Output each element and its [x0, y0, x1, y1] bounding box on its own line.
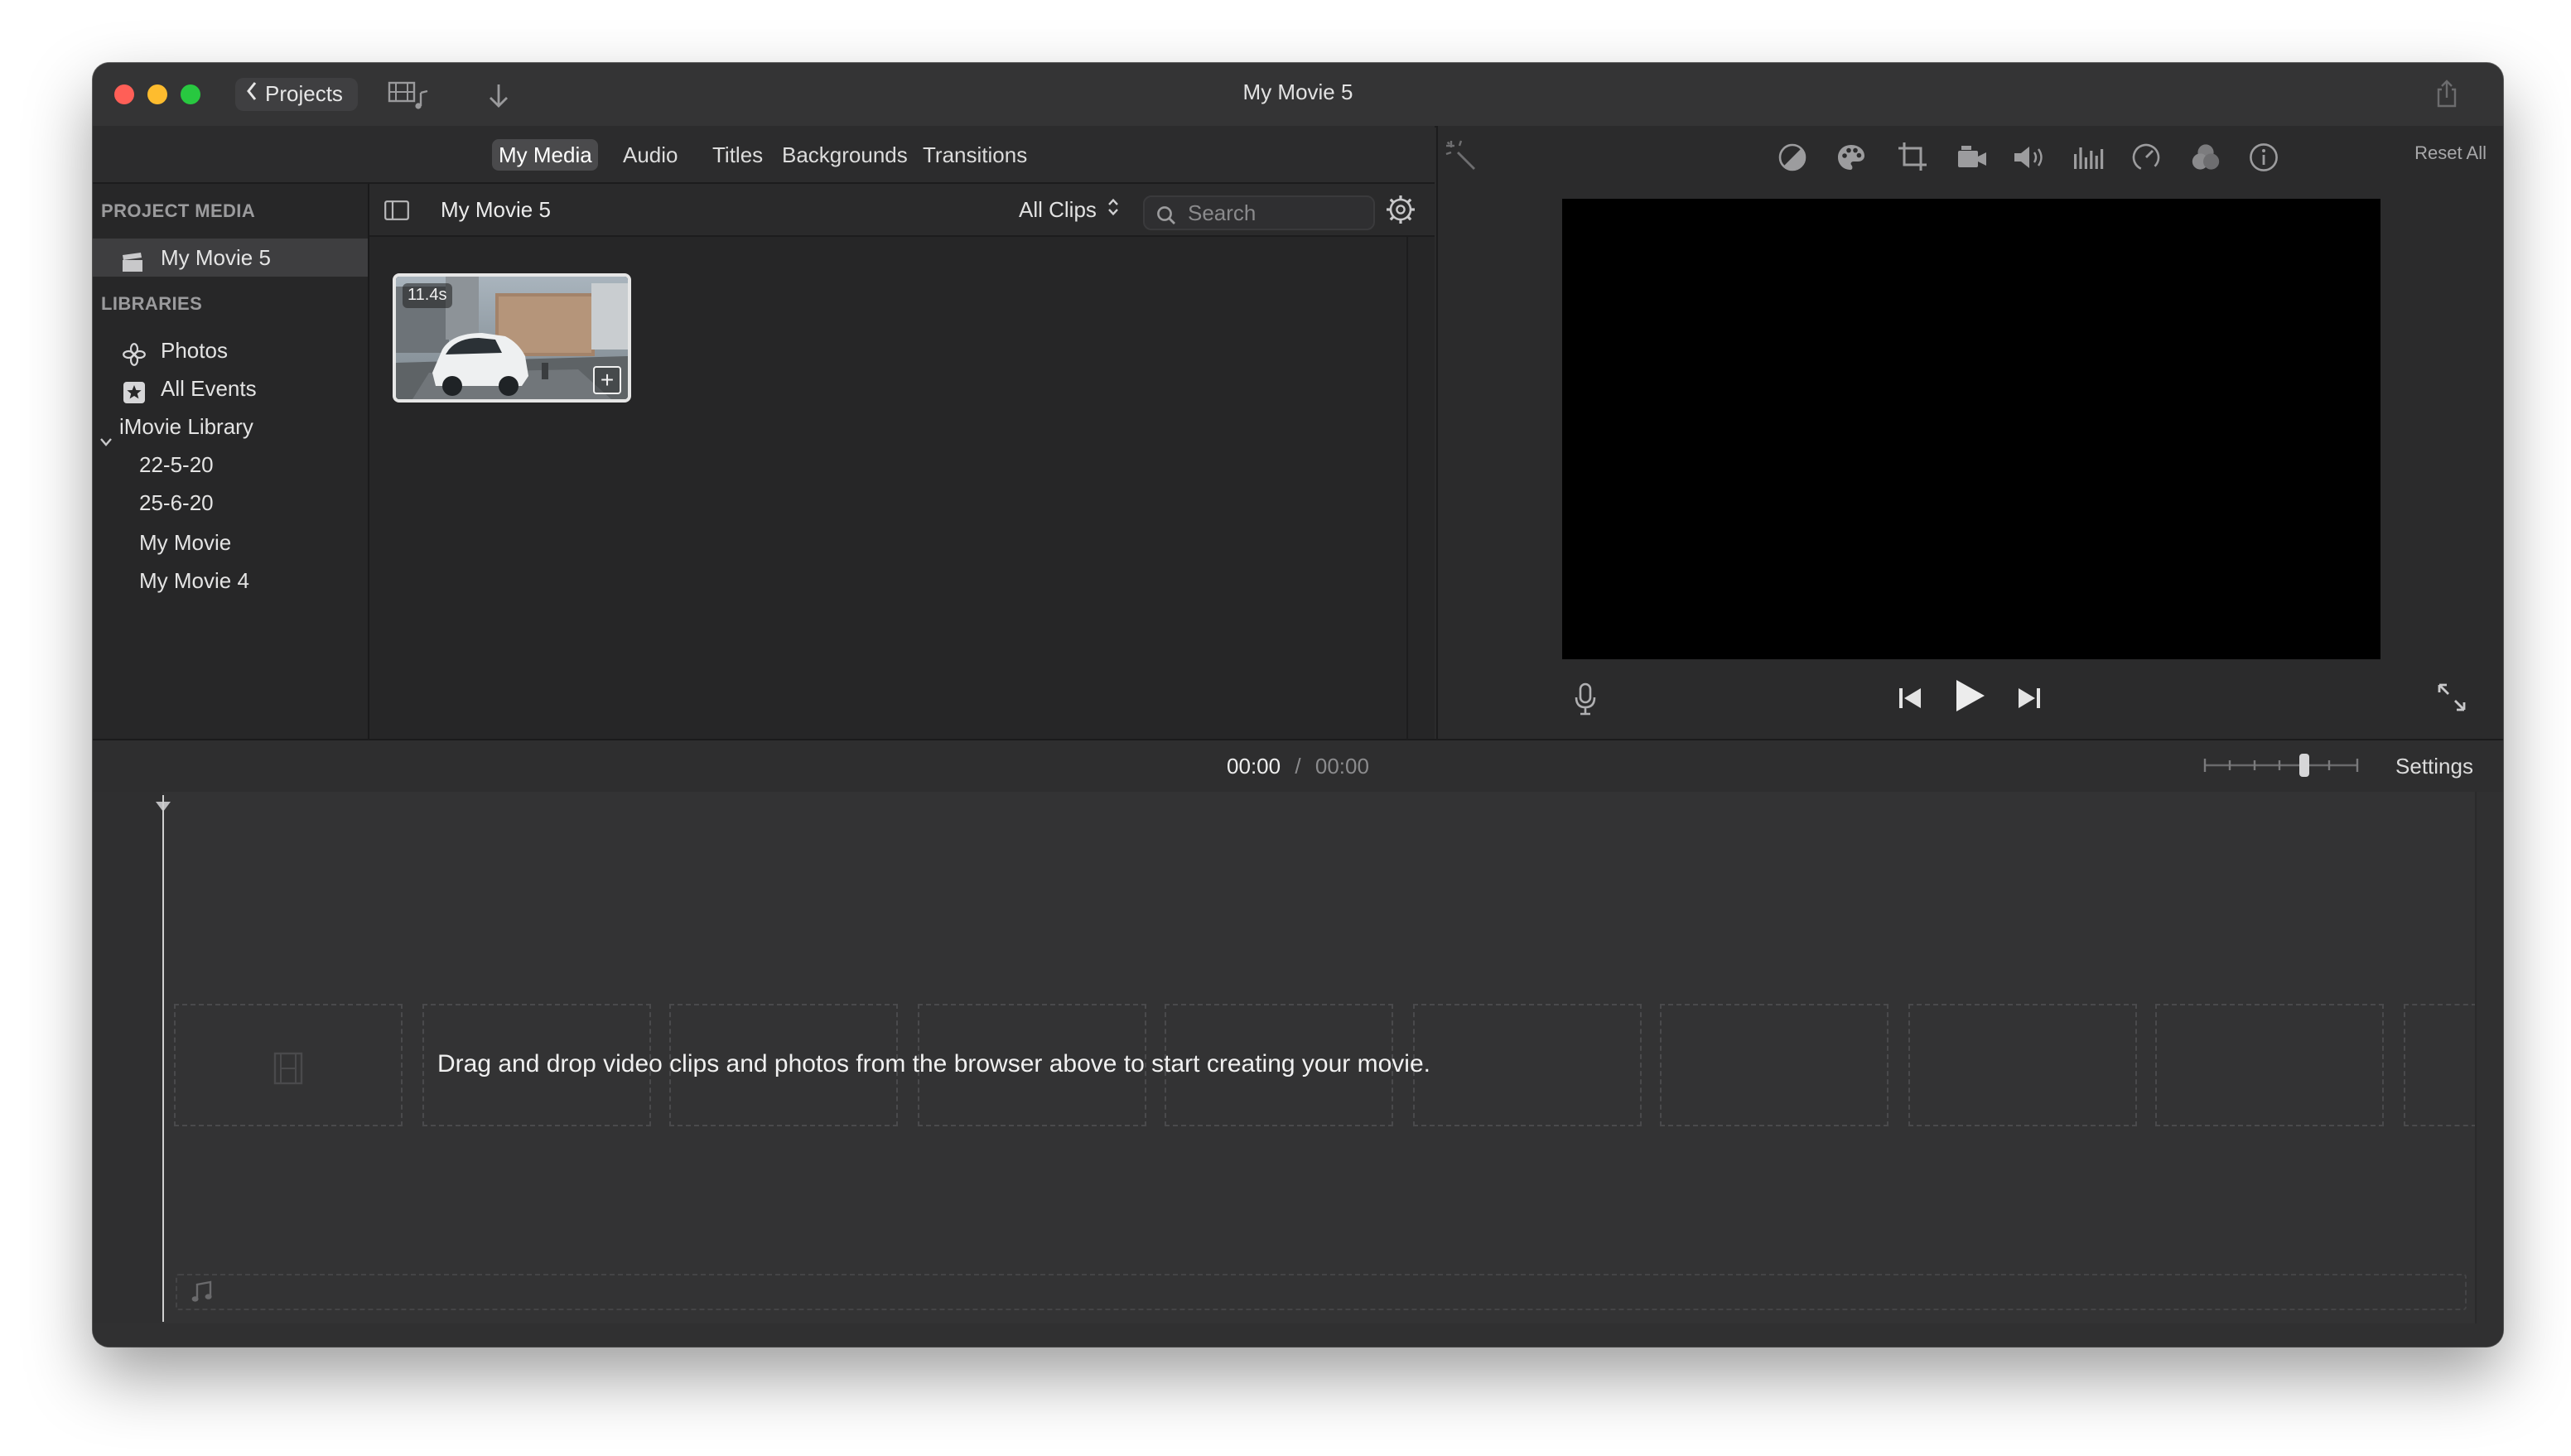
search-placeholder: Search [1188, 200, 1257, 225]
media-browser: 11.4s + [369, 237, 1435, 739]
play-icon[interactable] [1953, 677, 1986, 722]
sidebar-toggle-icon[interactable] [384, 199, 409, 229]
tab-transitions[interactable]: Transitions [916, 139, 1034, 171]
sidebar-item-label: My Movie [139, 530, 232, 555]
timecode-display: 00:00 / 00:00 [93, 740, 2503, 792]
sidebar-item-label: iMovie Library [119, 414, 253, 439]
clips-filter-value: All Clips [1019, 197, 1097, 222]
clip-placeholder [1660, 1004, 1888, 1126]
current-time: 00:00 [1227, 754, 1281, 779]
project-media-heading: PROJECT MEDIA [101, 202, 256, 222]
microphone-icon[interactable] [1574, 682, 1597, 724]
sidebar-item-label: My Movie 4 [139, 568, 249, 593]
color-balance-icon[interactable] [1778, 142, 1807, 181]
sidebar-item-photos[interactable]: Photos [93, 331, 368, 369]
timeline-bottom-bar [93, 1323, 2503, 1347]
tab-titles[interactable]: Titles [706, 139, 769, 171]
stabilization-camera-icon[interactable] [1956, 144, 1988, 179]
tab-backgrounds[interactable]: Backgrounds [775, 139, 914, 171]
tab-my-media[interactable]: My Media [492, 139, 599, 171]
fullscreen-expand-icon[interactable] [2437, 682, 2467, 721]
sidebar-item-label: 25-6-20 [139, 490, 214, 515]
timecode-separator: / [1295, 754, 1301, 779]
clips-filter-select[interactable]: All Clips [1019, 184, 1120, 235]
playhead-line[interactable] [162, 795, 164, 1322]
search-input[interactable]: Search [1143, 195, 1375, 230]
reset-all-button[interactable]: Reset All [2414, 144, 2487, 164]
sidebar-item-event[interactable]: 22-5-20 [93, 446, 368, 484]
browser-scrollbar[interactable] [1406, 237, 1435, 739]
clip-placeholder [174, 1004, 403, 1126]
clip-placeholder [2404, 1004, 2477, 1126]
clip-duration-badge: 11.4s [403, 283, 452, 308]
search-icon [1156, 202, 1176, 234]
sidebar-item-label: Photos [161, 338, 228, 363]
music-note-icon [191, 1280, 214, 1312]
updown-chevron-icon [1107, 184, 1120, 235]
clapper-icon [121, 247, 144, 285]
add-clip-plus-icon[interactable]: + [593, 366, 621, 394]
timeline[interactable]: Drag and drop video clips and photos fro… [93, 792, 2503, 1347]
magic-wand-icon[interactable] [1445, 139, 1478, 181]
sidebar-item-all-events[interactable]: All Events [93, 369, 368, 407]
sidebar-item-label: 22-5-20 [139, 452, 214, 477]
imovie-window: Projects My Movie 5 My Media Audio Title… [93, 63, 2503, 1347]
film-strip-icon [273, 1052, 303, 1093]
browser-header: My Movie 5 All Clips Search [369, 184, 1435, 237]
sidebar-item-event[interactable]: My Movie [93, 523, 368, 562]
clip-filter-icon[interactable] [2190, 142, 2221, 181]
timeline-toolbar: 00:00 / 00:00 Settings [93, 739, 2503, 793]
sidebar-item-label: My Movie 5 [161, 245, 271, 270]
color-correction-palette-icon[interactable] [1835, 142, 1867, 181]
equalizer-icon[interactable] [2072, 144, 2104, 179]
info-icon[interactable] [2248, 142, 2279, 181]
video-preview-screen [1562, 199, 2380, 659]
share-icon[interactable] [2435, 80, 2458, 118]
drop-instructions: Drag and drop video clips and photos fro… [437, 1050, 1430, 1078]
window-title: My Movie 5 [1242, 80, 1353, 104]
skip-back-icon[interactable] [1897, 686, 1923, 719]
screen: Projects My Movie 5 My Media Audio Title… [0, 0, 2571, 1456]
clip-placeholder [1908, 1004, 2137, 1126]
timeline-vertical-scrollbar[interactable] [2475, 792, 2503, 1347]
timeline-zoom-slider[interactable] [2203, 752, 2359, 779]
sidebar-item-event[interactable]: 25-6-20 [93, 484, 368, 522]
title-bar: Projects My Movie 5 [93, 63, 2503, 128]
clip-placeholder [2155, 1004, 2384, 1126]
audio-track-lane[interactable] [176, 1274, 2467, 1310]
sidebar-item-label: All Events [161, 376, 257, 401]
libraries-heading: LIBRARIES [101, 295, 203, 315]
media-tab-bar: My Media Audio Titles Backgrounds Transi… [93, 126, 1435, 184]
timeline-gutter [93, 792, 162, 1347]
speed-gauge-icon[interactable] [2130, 142, 2162, 181]
browser-title: My Movie 5 [441, 197, 551, 222]
crop-icon[interactable] [1897, 141, 1928, 181]
skip-forward-icon[interactable] [2016, 686, 2043, 719]
libraries-sidebar: PROJECT MEDIA My Movie 5 LIBRARIES Photo… [93, 184, 369, 739]
tab-audio[interactable]: Audio [616, 139, 685, 171]
total-time: 00:00 [1314, 754, 1369, 779]
sidebar-item-imovie-library[interactable]: iMovie Library [93, 407, 368, 446]
timeline-settings-button[interactable]: Settings [2395, 740, 2473, 792]
gear-icon[interactable] [1385, 194, 1416, 234]
volume-icon[interactable] [2013, 144, 2046, 179]
sidebar-item-project[interactable]: My Movie 5 [93, 239, 368, 277]
clip-placeholder [1413, 1004, 1642, 1126]
media-clip-thumbnail[interactable]: 11.4s + [393, 273, 631, 403]
viewer-panel: Reset All [1436, 126, 2503, 739]
sidebar-item-event[interactable]: My Movie 4 [93, 562, 368, 600]
